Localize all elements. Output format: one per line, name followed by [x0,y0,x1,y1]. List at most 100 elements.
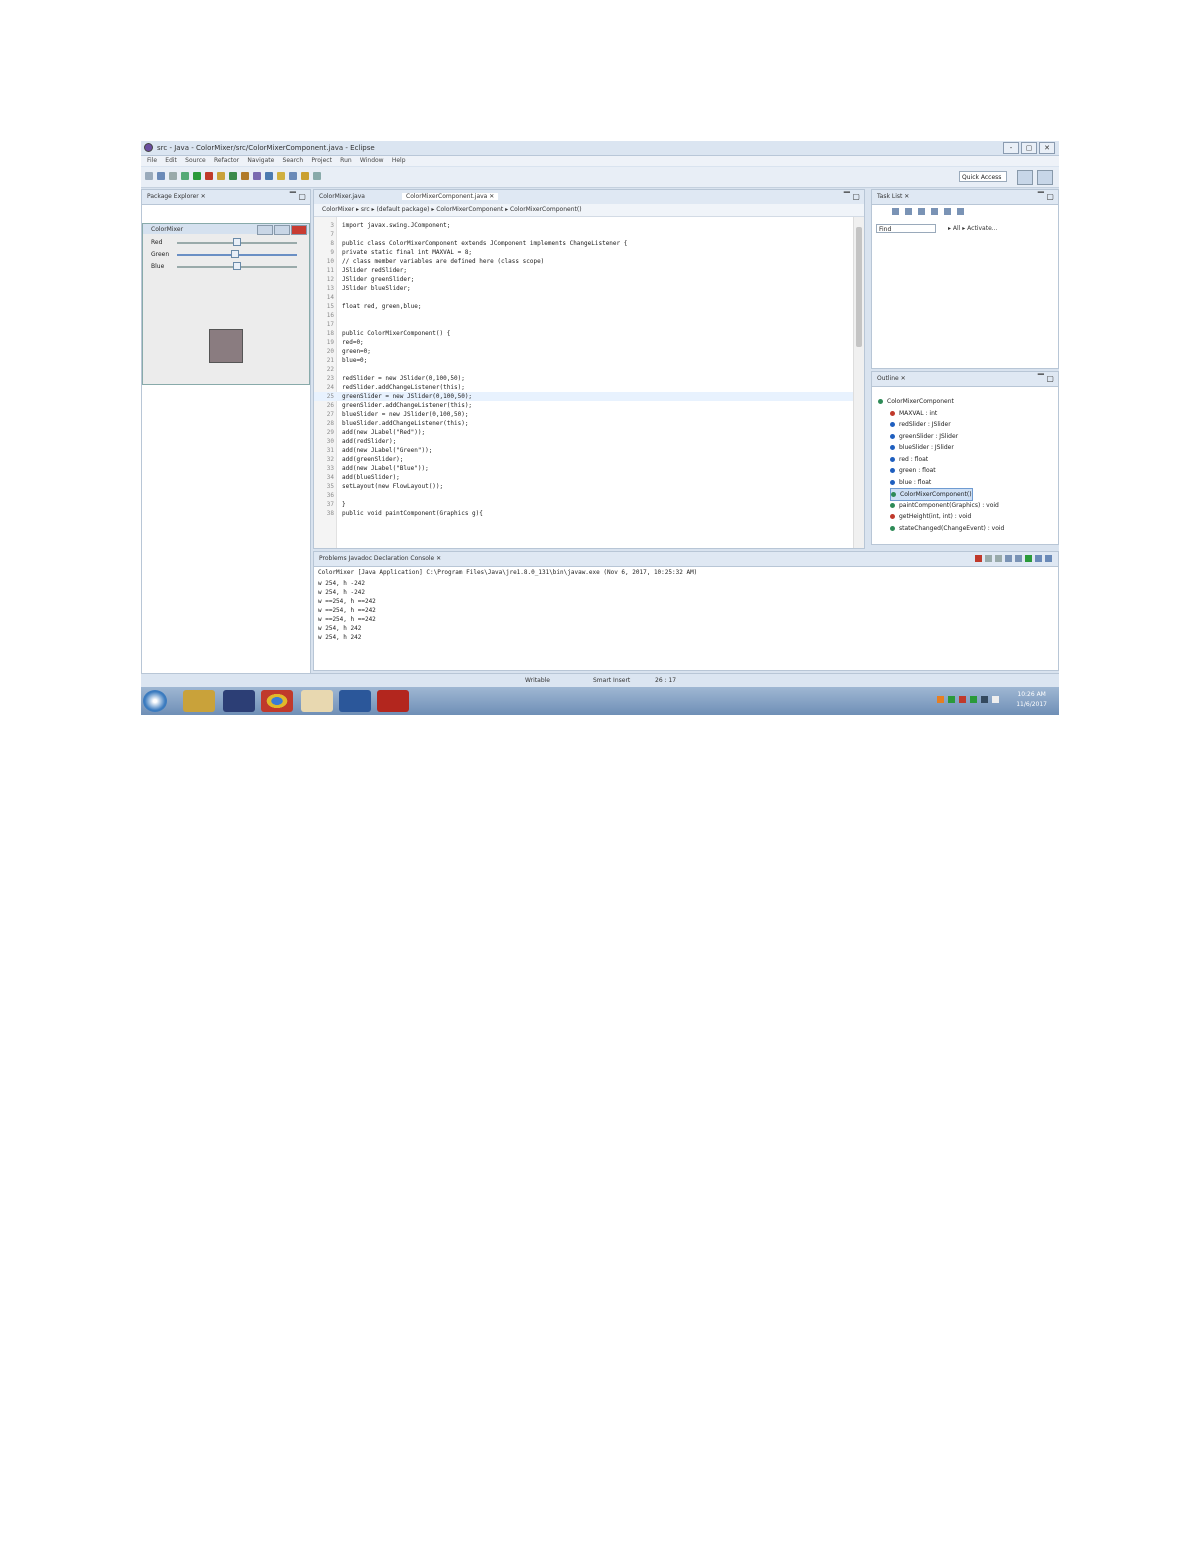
tab-task-list[interactable]: Task List ✕ [877,193,909,200]
code-line[interactable]: 27 blueSlider = new JSlider(0,100,50); [314,410,854,419]
sync-icon[interactable] [944,208,951,215]
code-line[interactable]: 21 blue=0; [314,356,854,365]
tray-app-icon[interactable] [937,696,944,703]
pin-console-icon[interactable] [1025,555,1032,562]
tray-speaker-icon[interactable] [992,696,999,703]
outline-minimize-maximize-icon[interactable]: ▔ ▢ [1038,374,1054,383]
back-icon[interactable] [301,172,309,180]
outline-item[interactable]: red : float [890,454,928,465]
colormixer-close-button[interactable] [291,225,307,235]
view-menu-icon[interactable] [957,208,964,215]
task-icon[interactable] [265,172,273,180]
java-app-icon[interactable] [301,690,333,712]
code-line[interactable]: 10 // class member variables are defined… [314,257,854,266]
outline-item[interactable]: stateChanged(ChangeEvent) : void [890,523,1004,534]
debug-icon[interactable] [181,172,189,180]
code-line[interactable]: 9 private static final int MAXVAL = 8; [314,248,854,257]
search-icon[interactable] [253,172,261,180]
code-line[interactable]: 17 [314,320,854,329]
code-line[interactable]: 14 [314,293,854,302]
system-clock[interactable]: 10:26 AM 11/6/2017 [1016,690,1047,710]
tab-colormixercomponent-java[interactable]: ColorMixerComponent.java ✕ [402,193,499,200]
code-line[interactable]: 32 add(greenSlider); [314,455,854,464]
editor-scrollbar[interactable] [853,217,864,548]
word-icon[interactable] [339,690,371,712]
outline-item[interactable]: blueSlider : JSlider [890,442,954,453]
code-line[interactable]: 23 redSlider = new JSlider(0,100,50); [314,374,854,383]
menu-navigate[interactable]: Navigate [247,156,274,166]
code-line[interactable]: 24 redSlider.addChangeListener(this); [314,383,854,392]
open-type-icon[interactable] [241,172,249,180]
forward-icon[interactable] [313,172,321,180]
editor-minimize-maximize-icon[interactable]: ▔ ▢ [844,192,860,201]
task-list-minimize-maximize-icon[interactable]: ▔ ▢ [1038,192,1054,201]
code-line[interactable]: 34 add(blueSlider); [314,473,854,482]
menu-help[interactable]: Help [392,156,406,166]
maximize-button[interactable]: ▢ [1021,142,1037,154]
new-icon[interactable] [145,172,153,180]
outline-item[interactable]: paintComponent(Graphics) : void [890,500,999,511]
acrobat-icon[interactable] [377,690,409,712]
colormixer-minimize-button[interactable] [257,225,273,235]
console-tabs[interactable]: Problems Javadoc Declaration Console ✕ [319,555,441,562]
code-line[interactable]: 15 float red, green,blue; [314,302,854,311]
tray-monitor-icon[interactable] [981,696,988,703]
outline-item[interactable]: ColorMixerComponent [878,396,954,407]
code-line[interactable]: 8 public class ColorMixerComponent extend… [314,239,854,248]
blue-slider-thumb[interactable] [233,262,241,270]
code-line[interactable]: 26 greenSlider.addChangeListener(this); [314,401,854,410]
menu-window[interactable]: Window [360,156,384,166]
code-line[interactable]: 33 add(new JLabel("Blue")); [314,464,854,473]
new-package-icon[interactable] [217,172,225,180]
menu-refactor[interactable]: Refactor [214,156,239,166]
code-line[interactable]: 22 [314,365,854,374]
code-line[interactable]: 12 JSlider greenSlider; [314,275,854,284]
menu-source[interactable]: Source [185,156,206,166]
perspective-icon[interactable] [1017,170,1033,185]
code-line[interactable]: 25 greenSlider = new JSlider(0,100,50); [314,392,854,401]
outline-item[interactable]: green : float [890,465,936,476]
display-console-icon[interactable] [1035,555,1042,562]
tray-flag-icon[interactable] [959,696,966,703]
new-task-icon[interactable] [892,208,899,215]
eclipse-taskbar-icon[interactable] [223,690,255,712]
menu-edit[interactable]: Edit [165,156,177,166]
clear-console-icon[interactable] [1005,555,1012,562]
collapse-icon[interactable] [931,208,938,215]
chrome-icon[interactable] [261,690,293,712]
remove-launch-icon[interactable] [985,555,992,562]
code-line[interactable]: 19 red=0; [314,338,854,347]
menu-search[interactable]: Search [283,156,304,166]
code-line[interactable]: 16 [314,311,854,320]
categorize-icon[interactable] [905,208,912,215]
editor-scroll-thumb[interactable] [856,227,862,347]
code-line[interactable]: 7 [314,230,854,239]
code-line[interactable]: 37 } [314,500,854,509]
task-filters[interactable]: ▸ All ▸ Activate... [948,225,998,232]
open-console-icon[interactable] [1045,555,1052,562]
next-annotation-icon[interactable] [289,172,297,180]
quick-access-field[interactable]: Quick Access [959,171,1007,182]
code-line[interactable]: 18 public ColorMixerComponent() { [314,329,854,338]
task-find-input[interactable]: Find [876,224,936,233]
code-line[interactable]: 30 add(redSlider); [314,437,854,446]
tray-network-icon[interactable] [948,696,955,703]
tab-colormixer-java[interactable]: ColorMixer.java [319,193,365,200]
save-icon[interactable] [157,172,165,180]
menu-project[interactable]: Project [311,156,332,166]
tab-package-explorer[interactable]: Package Explorer ✕ [147,193,206,200]
code-area[interactable]: 3 import javax.swing.JComponent; 7 8 public … [314,217,854,548]
code-line[interactable]: 29 add(new JLabel("Red")); [314,428,854,437]
start-button[interactable] [143,690,167,712]
filter-icon[interactable] [918,208,925,215]
code-line[interactable]: 38 public void paintComponent(Graphics g… [314,509,854,518]
menu-run[interactable]: Run [340,156,352,166]
outline-item[interactable]: blue : float [890,477,931,488]
terminate-icon[interactable] [975,555,982,562]
remove-all-icon[interactable] [995,555,1002,562]
file-explorer-icon[interactable] [183,690,215,712]
outline-item[interactable]: redSlider : JSlider [890,419,951,430]
menu-file[interactable]: File [147,156,157,166]
annotation-icon[interactable] [277,172,285,180]
code-line[interactable]: 3 import javax.swing.JComponent; [314,221,854,230]
